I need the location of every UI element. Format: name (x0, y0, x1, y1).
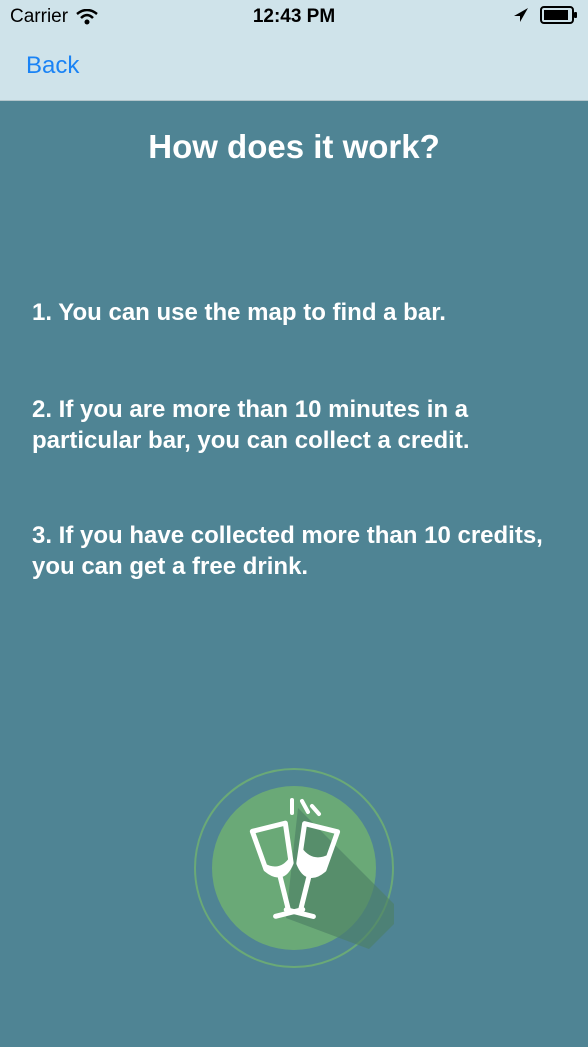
status-time: 12:43 PM (252, 6, 336, 27)
navigation-bar: Carrier 12:43 PM Back (0, 0, 588, 101)
status-icons (512, 6, 578, 24)
location-arrow-icon (514, 8, 528, 22)
instruction-step-1: 1. You can use the map to find a bar. (32, 299, 446, 326)
battery-icon (540, 6, 577, 24)
instruction-step-2: 2. If you are more than 10 minutes in a … (32, 396, 470, 454)
page-title: How does it work? (148, 128, 440, 165)
champagne-glasses-icon (194, 768, 394, 968)
instruction-step-3: 3. If you have collected more than 10 cr… (32, 522, 543, 580)
status-bar: Carrier 12:43 PM (0, 0, 588, 34)
back-button[interactable]: Back (26, 52, 79, 80)
